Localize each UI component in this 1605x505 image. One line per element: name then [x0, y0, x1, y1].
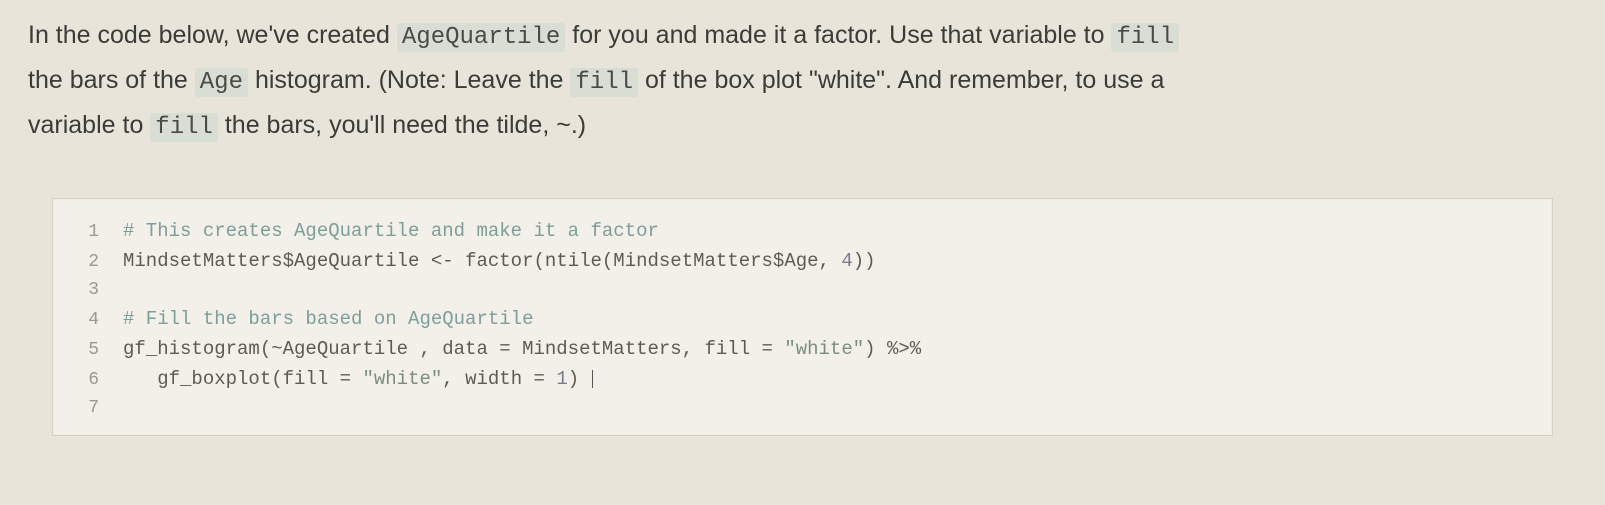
- code-token: gf_histogram: [123, 338, 260, 360]
- instr-text: variable to: [28, 111, 150, 139]
- code-token: # Fill the bars based on AgeQuartile: [123, 308, 533, 330]
- code-token: (~AgeQuartile , data = MindsetMatters, f…: [260, 338, 785, 360]
- code-token: ): [568, 368, 591, 390]
- line-body[interactable]: # Fill the bars based on AgeQuartile: [123, 305, 533, 334]
- code-token-fill: fill: [150, 113, 218, 142]
- code-token: "white": [362, 368, 442, 390]
- line-number: 2: [53, 249, 123, 277]
- code-token: # This creates AgeQuartile and make it a…: [123, 220, 659, 242]
- code-editor[interactable]: 1# This creates AgeQuartile and make it …: [52, 198, 1553, 435]
- line-number: 3: [53, 277, 123, 305]
- code-token: "white": [784, 338, 864, 360]
- code-token: (fill =: [271, 368, 362, 390]
- line-number: 1: [53, 219, 123, 247]
- line-body[interactable]: gf_boxplot(fill = "white", width = 1): [123, 365, 593, 394]
- code-token: )): [853, 250, 876, 272]
- instr-text: In the code below, we've created: [28, 21, 397, 49]
- code-line[interactable]: 2MindsetMatters$AgeQuartile <- factor(nt…: [53, 247, 1552, 277]
- code-line[interactable]: 7: [53, 395, 1552, 423]
- code-token-fill: fill: [570, 68, 638, 97]
- code-line[interactable]: 4# Fill the bars based on AgeQuartile: [53, 305, 1552, 335]
- code-line[interactable]: 3: [53, 277, 1552, 305]
- line-body[interactable]: gf_histogram(~AgeQuartile , data = Minds…: [123, 335, 921, 364]
- code-token-agequartile: AgeQuartile: [397, 23, 565, 52]
- instr-text: the bars, you'll need the tilde, ~.): [218, 111, 586, 139]
- text-caret: [592, 370, 593, 388]
- code-token: 4: [841, 250, 852, 272]
- code-token: [123, 368, 157, 390]
- code-token: <-: [431, 250, 454, 272]
- line-body[interactable]: # This creates AgeQuartile and make it a…: [123, 217, 659, 246]
- code-token: , width =: [442, 368, 556, 390]
- instr-text: the bars of the: [28, 66, 195, 94]
- code-token: factor(ntile(MindsetMatters$Age,: [454, 250, 842, 272]
- code-token: ): [864, 338, 887, 360]
- line-number: 7: [53, 395, 123, 423]
- instr-text: of the box plot "white". And remember, t…: [638, 66, 1164, 94]
- instructions-block: In the code below, we've created AgeQuar…: [0, 0, 1605, 148]
- code-token: %>%: [887, 338, 921, 360]
- code-token-fill: fill: [1111, 23, 1179, 52]
- line-number: 5: [53, 337, 123, 365]
- instr-text: for you and made it a factor. Use that v…: [565, 21, 1111, 49]
- code-token: MindsetMatters$AgeQuartile: [123, 250, 431, 272]
- line-number: 6: [53, 367, 123, 395]
- line-body[interactable]: MindsetMatters$AgeQuartile <- factor(nti…: [123, 247, 876, 276]
- instr-text: histogram. (Note: Leave the: [248, 66, 570, 94]
- code-token: gf_boxplot: [157, 368, 271, 390]
- line-number: 4: [53, 307, 123, 335]
- code-token-age: Age: [195, 68, 248, 97]
- code-line[interactable]: 5gf_histogram(~AgeQuartile , data = Mind…: [53, 335, 1552, 365]
- code-line[interactable]: 1# This creates AgeQuartile and make it …: [53, 217, 1552, 247]
- code-token: 1: [556, 368, 567, 390]
- code-line[interactable]: 6 gf_boxplot(fill = "white", width = 1): [53, 365, 1552, 395]
